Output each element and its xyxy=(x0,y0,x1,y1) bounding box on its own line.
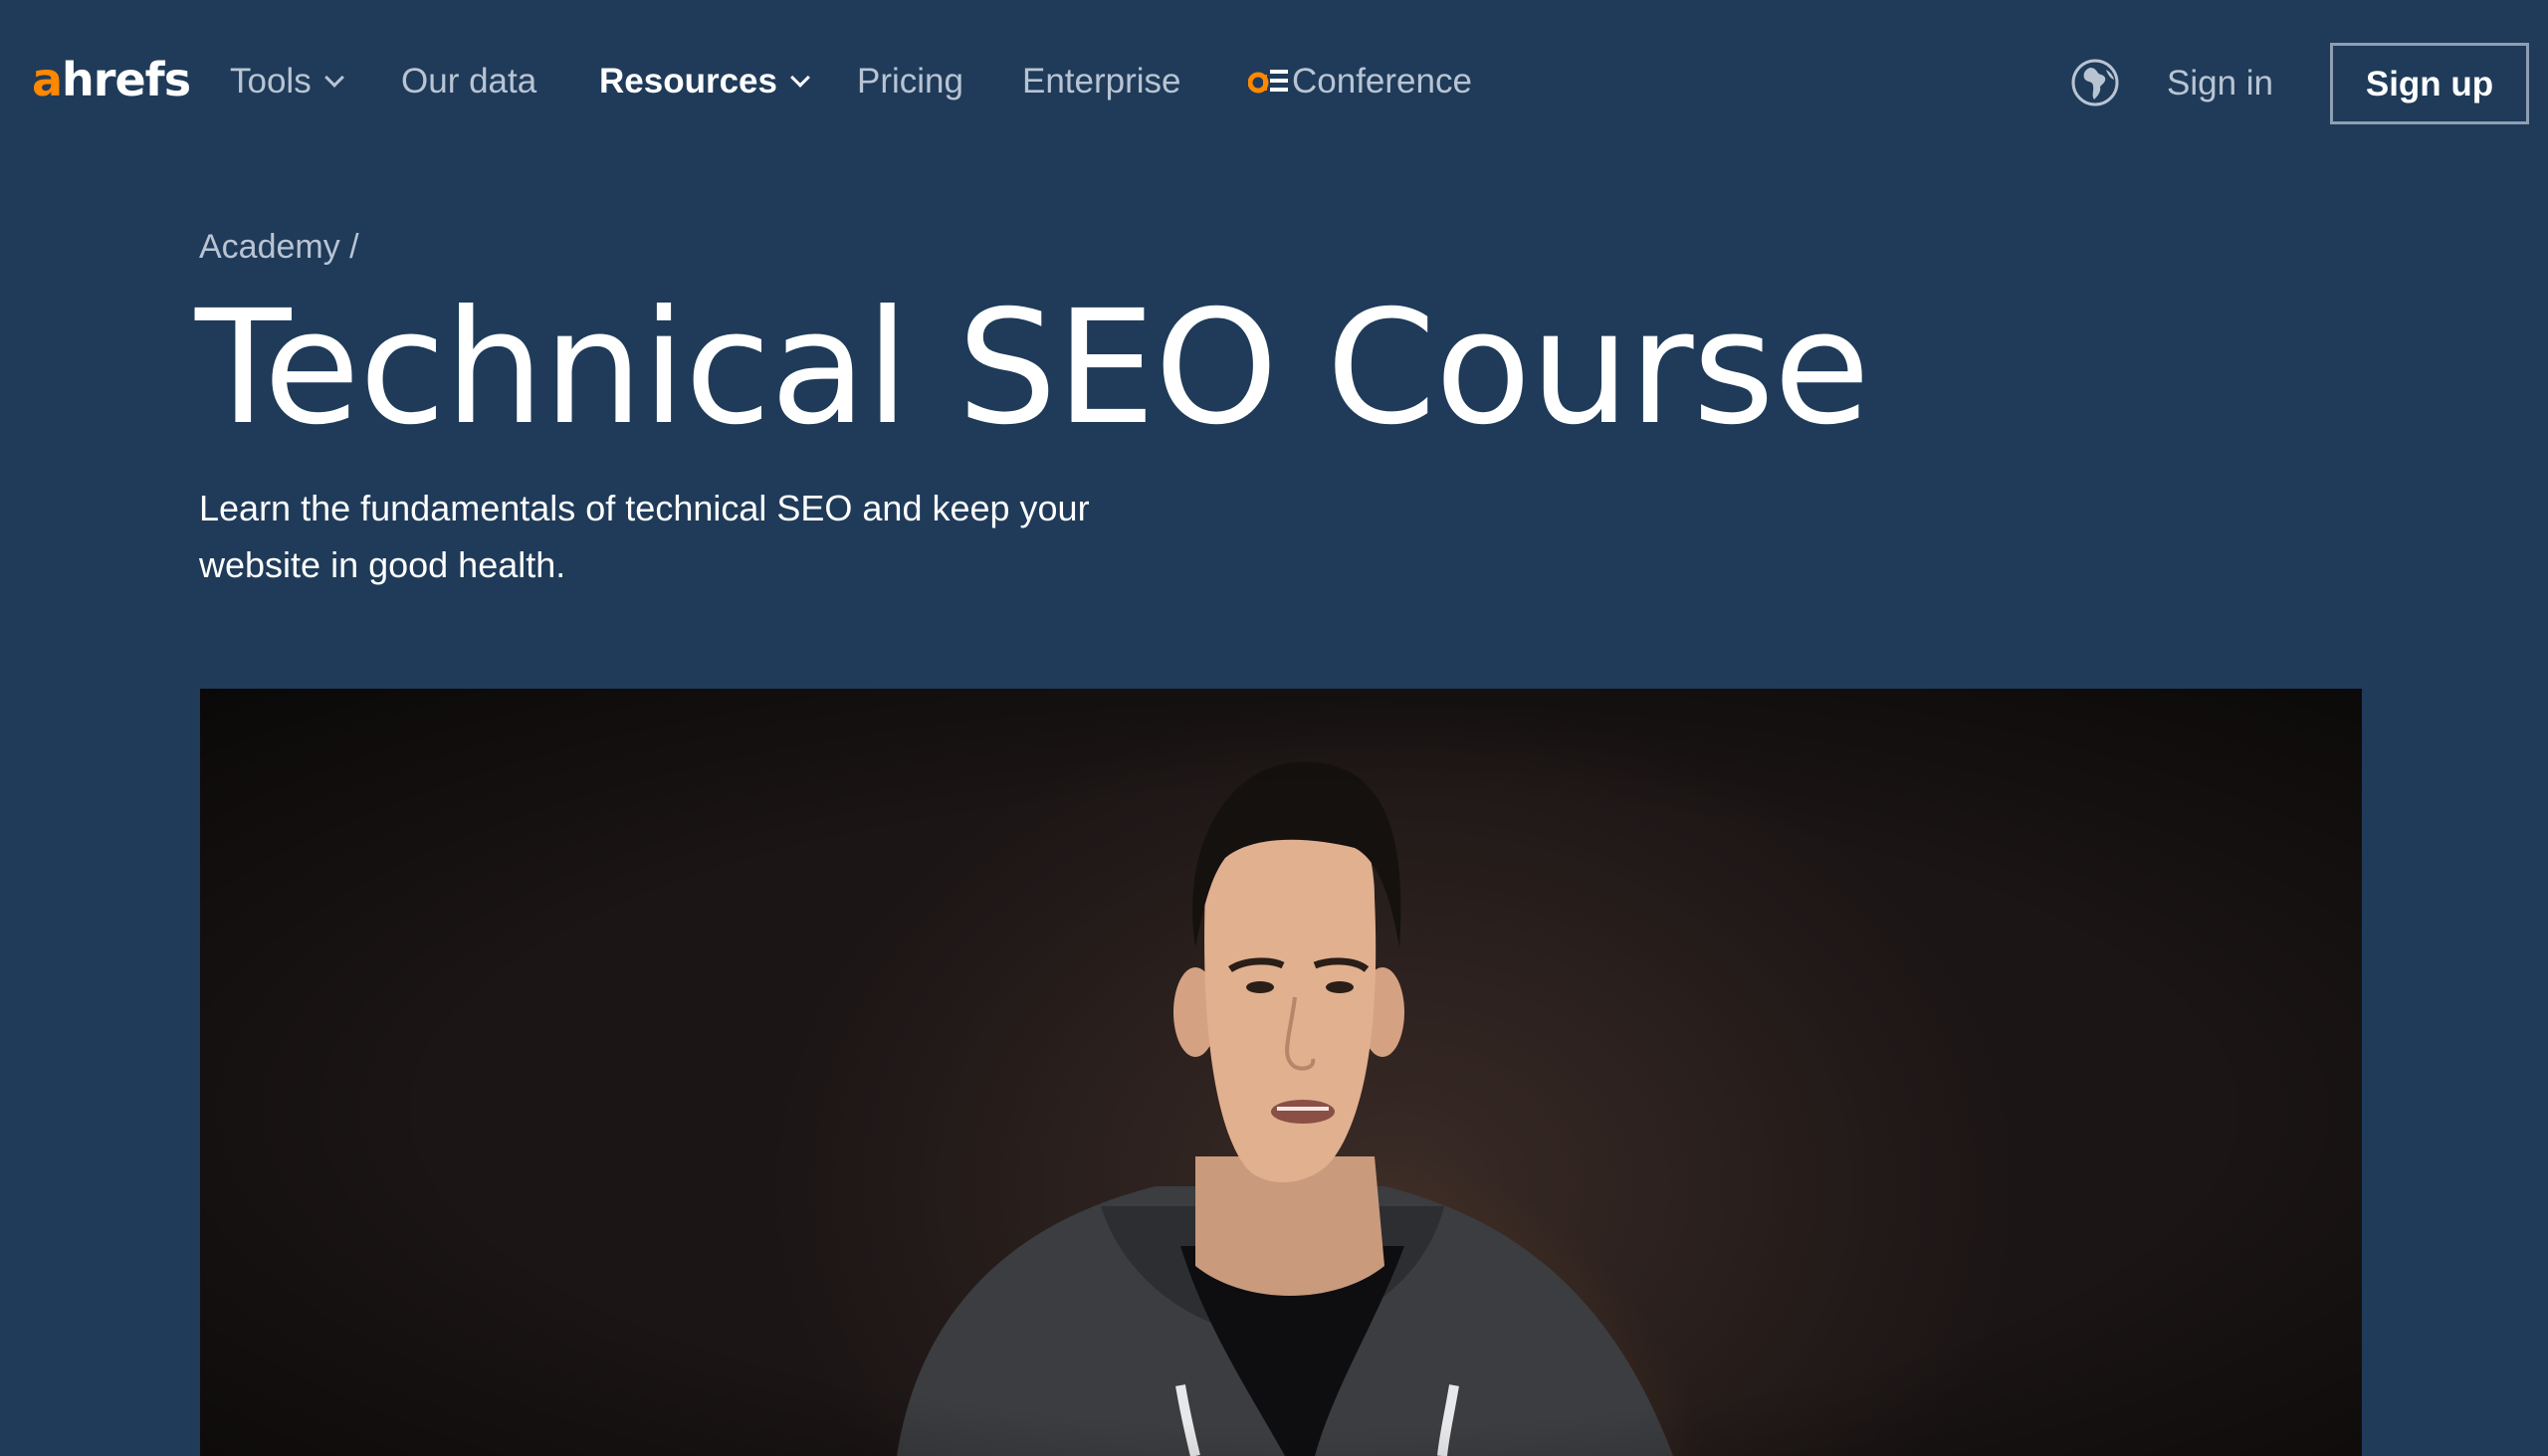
top-navigation: ahrefs Tools Our data Resources Pricing … xyxy=(0,0,2548,163)
globe-icon[interactable] xyxy=(2070,58,2120,107)
sign-up-button[interactable]: Sign up xyxy=(2330,43,2529,124)
sign-in-link[interactable]: Sign in xyxy=(2167,62,2273,105)
nav-item-label: Resources xyxy=(599,62,777,101)
nav-item-tools[interactable]: Tools xyxy=(230,60,344,104)
breadcrumb[interactable]: Academy / xyxy=(199,225,359,269)
course-video-player[interactable] xyxy=(200,689,2362,1456)
chevron-down-icon xyxy=(790,68,810,88)
ahrefs-logo[interactable]: ahrefs xyxy=(32,52,191,107)
chevron-down-icon xyxy=(323,68,344,88)
nav-item-enterprise[interactable]: Enterprise xyxy=(1022,60,1181,104)
nav-item-label: Our data xyxy=(401,62,537,101)
subtitle-line-2: website in good health. xyxy=(199,544,566,585)
presenter-video-frame xyxy=(200,689,2362,1456)
nav-item-label: Enterprise xyxy=(1022,62,1181,101)
nav-item-our-data[interactable]: Our data xyxy=(401,60,536,104)
nav-item-conference[interactable]: Conference xyxy=(1248,60,1472,104)
nav-item-resources[interactable]: Resources xyxy=(599,60,810,104)
logo-suffix: hrefs xyxy=(62,53,191,106)
nav-item-pricing[interactable]: Pricing xyxy=(857,60,963,104)
nav-item-label: Conference xyxy=(1292,62,1472,101)
nav-item-label: Tools xyxy=(230,62,312,101)
nav-item-label: Pricing xyxy=(857,62,963,101)
logo-prefix: a xyxy=(32,53,63,106)
subtitle-line-1: Learn the fundamentals of technical SEO … xyxy=(199,488,1090,528)
ae-conference-icon xyxy=(1248,69,1288,94)
page-title: Technical SEO Course xyxy=(195,277,1870,460)
page-subtitle: Learn the fundamentals of technical SEO … xyxy=(199,480,1214,593)
